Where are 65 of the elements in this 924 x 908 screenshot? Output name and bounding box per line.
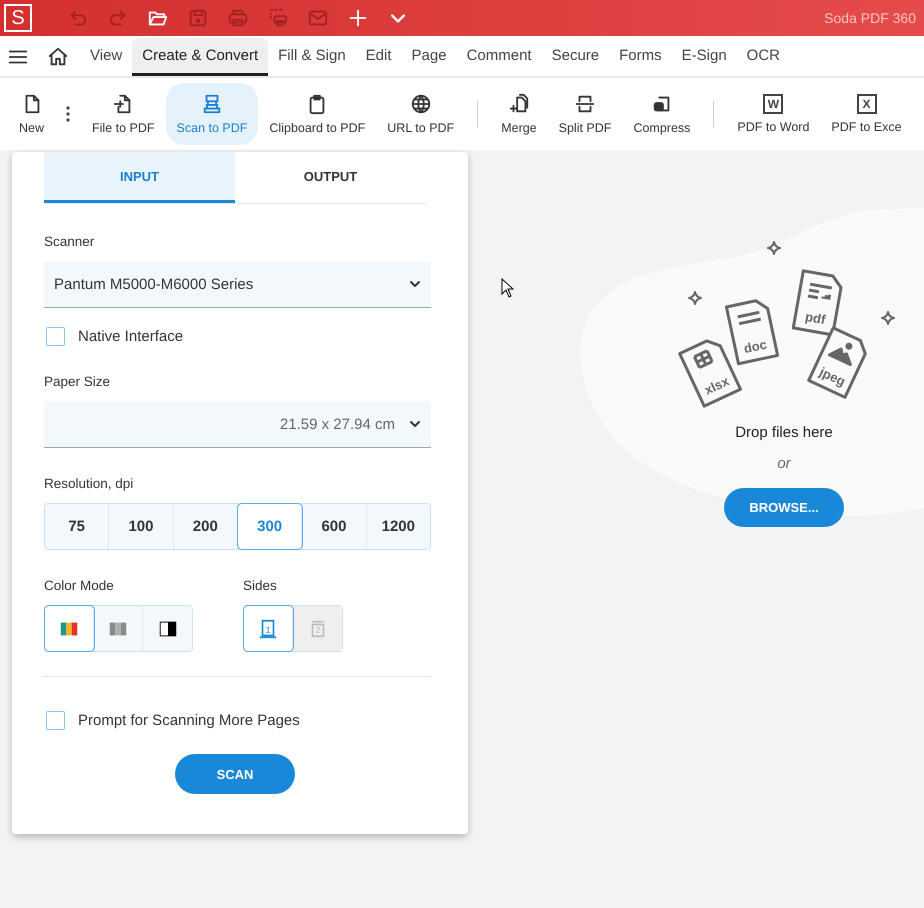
menu-tab[interactable]: E-Sign xyxy=(672,38,737,76)
toolbar-button[interactable]: Merge xyxy=(490,83,548,145)
caret-icon xyxy=(409,278,421,290)
menu-tab[interactable]: Create & Convert xyxy=(132,38,268,76)
field-label: Scanner xyxy=(44,234,96,249)
scan-button[interactable]: SCAN xyxy=(175,754,295,794)
dropdown[interactable]: 21.59 x 27.94 cm xyxy=(44,401,431,448)
save-icon xyxy=(187,7,209,29)
toolbar-button[interactable]: New xyxy=(8,83,56,145)
toolbar-button[interactable]: X PDF to Exce xyxy=(820,83,913,145)
checkbox[interactable]: Prompt for Scanning More Pages xyxy=(46,711,431,730)
toolbar-button[interactable]: Clipboard to PDF xyxy=(258,83,376,145)
resolution-option[interactable]: 1200 xyxy=(366,504,430,549)
field-label: Paper Size xyxy=(44,374,112,389)
dropdown[interactable]: Pantum M5000-M6000 Series xyxy=(44,261,431,308)
color-mode-option[interactable] xyxy=(45,606,94,651)
menu-tab[interactable]: Comment xyxy=(456,38,542,76)
letter-page-icon: W xyxy=(763,94,784,114)
sparkle-icon xyxy=(688,291,702,305)
mouse-pointer-icon xyxy=(501,278,514,298)
resolution-option[interactable]: 300 xyxy=(238,504,302,549)
toolbar-button[interactable]: Split PDF xyxy=(548,83,622,145)
dotted-printer-icon xyxy=(267,7,289,29)
sides-option[interactable]: 1 xyxy=(244,606,293,651)
app-logo: S xyxy=(4,4,32,32)
app-title: Soda PDF 360 xyxy=(824,10,916,26)
separator-text: or xyxy=(777,455,791,472)
resolution-option[interactable]: 75 xyxy=(45,504,110,549)
file-icon: jpeg xyxy=(807,326,867,399)
plus-icon xyxy=(347,7,369,29)
chevron-down-icon xyxy=(391,14,405,22)
file-icon: doc xyxy=(724,299,780,366)
toolbar-button[interactable]: File to PDF xyxy=(81,83,166,145)
toolbar-button[interactable]: Compress xyxy=(622,83,702,145)
checkbox[interactable]: Native Interface xyxy=(46,327,431,346)
split-icon xyxy=(574,93,596,115)
printer-icon xyxy=(227,7,249,29)
menu-tab[interactable]: Fill & Sign xyxy=(268,38,356,76)
menu-tab[interactable]: OCR xyxy=(736,38,790,76)
globe-icon xyxy=(410,93,432,115)
toolbar-button[interactable]: W PDF to Word xyxy=(726,83,820,145)
file-icon: pdf xyxy=(792,269,842,336)
letter-page-icon: X xyxy=(856,94,876,114)
caret-icon xyxy=(409,418,421,430)
resolution-option[interactable]: 100 xyxy=(109,504,174,549)
menu-tab[interactable]: Page xyxy=(402,38,457,76)
drop-message: Drop files here xyxy=(735,424,833,441)
file-icon: xlsx xyxy=(678,339,742,408)
toolbar-button[interactable]: URL to PDF xyxy=(376,83,466,145)
merge-pages-icon xyxy=(508,93,530,115)
field-label: Resolution, dpi xyxy=(44,476,134,491)
home-icon xyxy=(47,46,69,68)
field-label: Sides xyxy=(243,578,278,593)
menu-tab[interactable]: Forms xyxy=(609,38,672,76)
panel-tab[interactable]: INPUT xyxy=(44,152,235,203)
browse-button[interactable]: BROWSE... xyxy=(724,488,844,527)
menu-tab[interactable]: Edit xyxy=(356,38,402,76)
sparkle-icon xyxy=(767,241,781,255)
resolution-option[interactable]: 600 xyxy=(302,504,367,549)
sparkle-icon xyxy=(881,311,895,325)
field-label: Color Mode xyxy=(44,578,115,593)
menu-tab[interactable]: View xyxy=(80,38,132,76)
menu-tab[interactable]: Secure xyxy=(542,38,610,76)
toolbar-button[interactable]: Scan to PDF xyxy=(166,83,258,145)
vertical-dots-icon xyxy=(66,106,70,122)
